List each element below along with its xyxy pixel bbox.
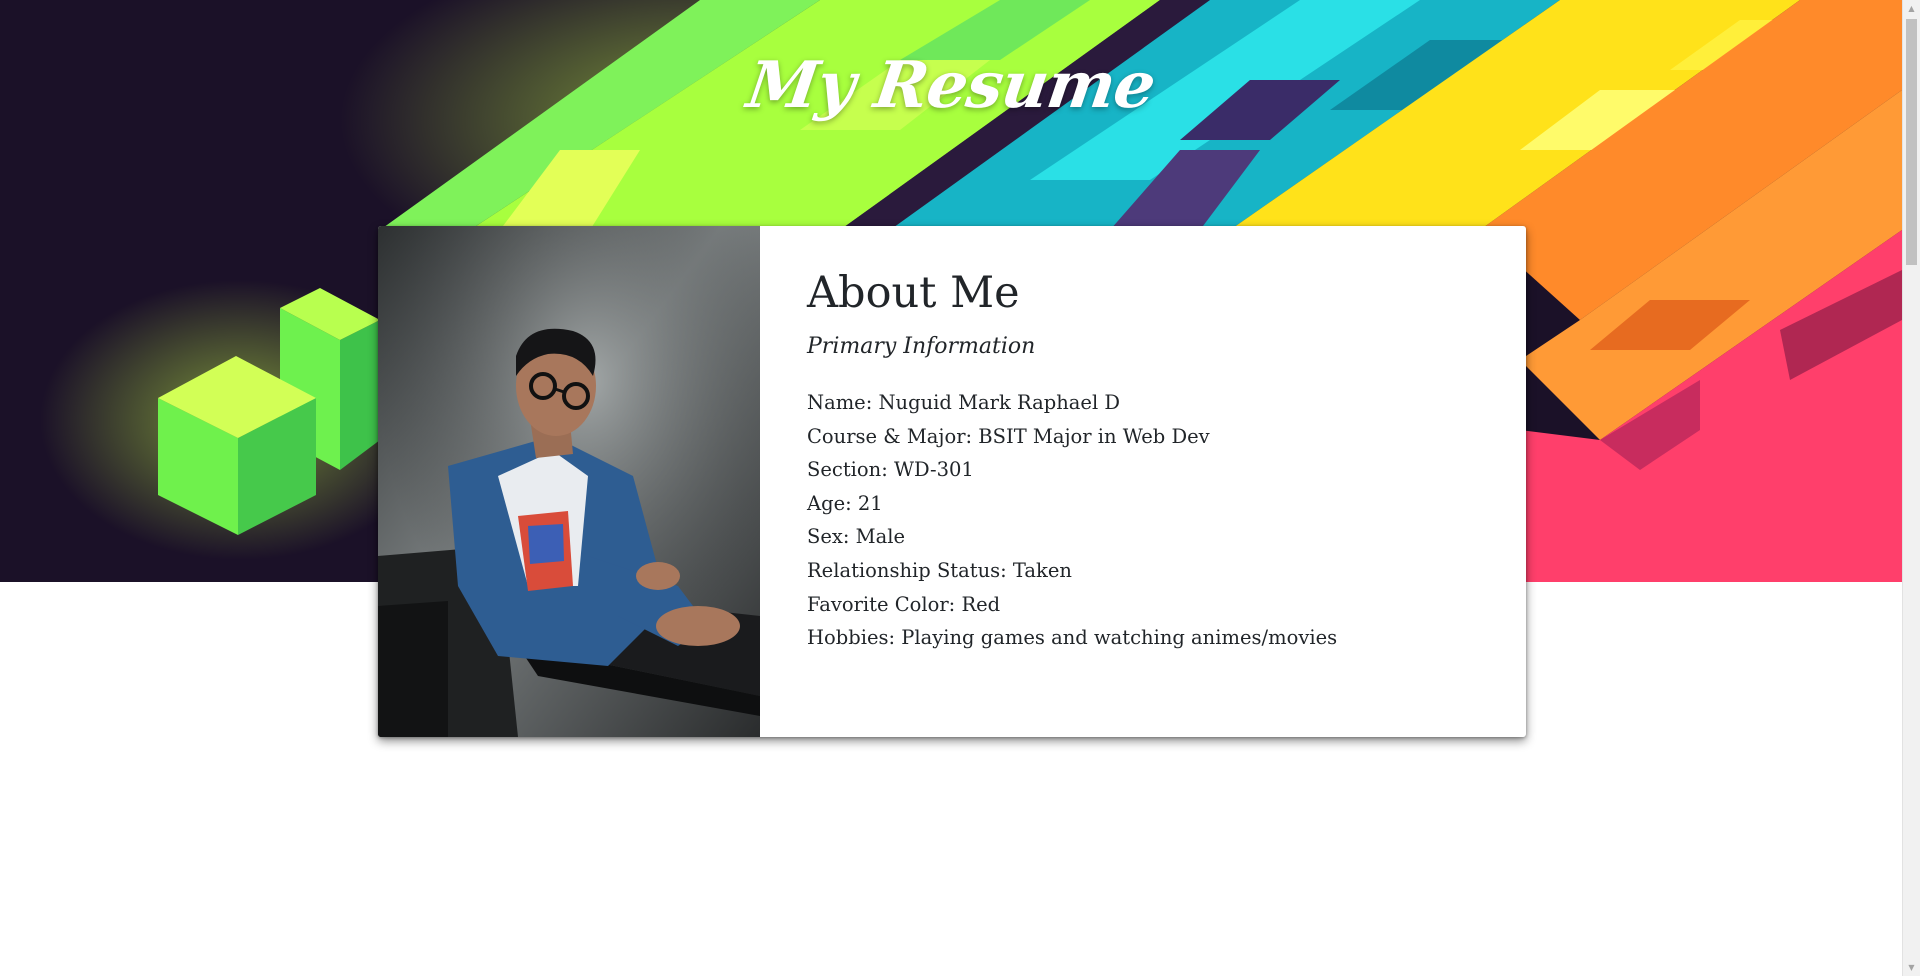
info-item-sex: Sex: Male (807, 525, 906, 549)
info-item-relationship: Relationship Status: Taken (807, 558, 1072, 582)
profile-photo (378, 226, 760, 737)
page-title: My Resume (742, 48, 1160, 123)
vertical-scrollbar[interactable]: ▲ ▼ (1902, 0, 1920, 976)
info-item-favorite-color: Favorite Color: Red (807, 592, 1001, 616)
about-content: About Me Primary Information Name: Nugui… (807, 268, 1487, 655)
info-item-name: Name: Nuguid Mark Raphael D (807, 390, 1121, 414)
scroll-up-arrow-icon[interactable]: ▲ (1903, 0, 1920, 17)
profile-photo-art (378, 226, 760, 737)
about-me-card: About Me Primary Information Name: Nugui… (378, 226, 1526, 737)
about-subheading: Primary Information (807, 333, 1036, 359)
info-item-course: Course & Major: BSIT Major in Web Dev (807, 424, 1210, 448)
info-list: Name: Nuguid Mark Raphael D Course & Maj… (807, 386, 1487, 655)
scrollbar-thumb[interactable] (1906, 19, 1917, 265)
scroll-down-arrow-icon[interactable]: ▼ (1903, 959, 1920, 976)
info-item-age: Age: 21 (807, 491, 883, 515)
info-item-hobbies: Hobbies: Playing games and watching anim… (807, 626, 1338, 650)
page: My Resume About Me Primary Information N… (0, 0, 1920, 976)
info-item-section: Section: WD-301 (807, 458, 974, 482)
about-heading: About Me (807, 268, 1020, 318)
